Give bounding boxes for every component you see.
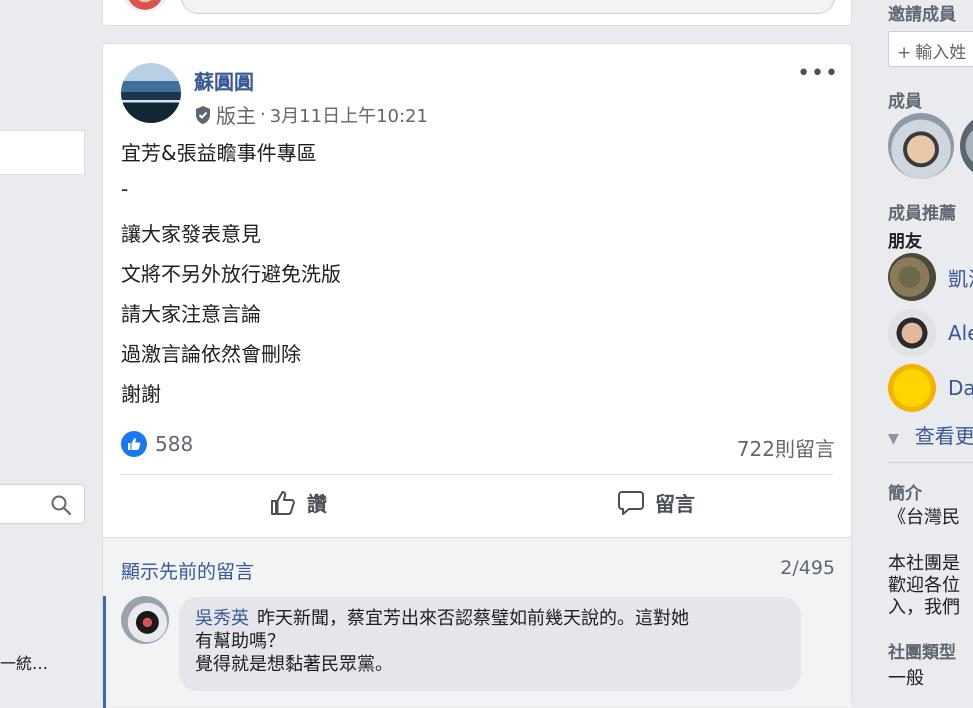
comment-count[interactable]: 722則留言 [737,433,835,462]
group-type-value: 一般 [888,668,924,689]
more-options-icon[interactable]: ••• [797,63,839,85]
group-type-heading: 社團類型 [888,643,956,663]
commenter-avatar[interactable] [121,596,169,644]
suggestions-heading: 成員推薦 [888,204,956,224]
friend-avatar[interactable] [888,364,936,412]
about-text: 《台灣民 [888,507,960,528]
see-more-label: 查看更 [914,424,973,448]
post-card: 蘇圓圓 版主 · 3月11日上午10:21 ••• 宜芳&張益瞻事件專區 - 讓… [102,43,852,708]
friend-avatar[interactable] [888,253,936,301]
divider [121,474,833,475]
like-count[interactable]: 588 [155,432,193,456]
like-badge-icon [121,431,147,457]
comment-button-label: 留言 [655,492,695,516]
like-button-label: 讚 [307,492,327,516]
invite-member-input[interactable]: + 輸入姓 [888,31,973,67]
left-search-input[interactable] [0,484,85,524]
left-column: 一統… [0,0,85,692]
comment-text: 昨天新聞，蔡宜芳出來否認蔡璧如前幾天說的。這對她 [257,608,689,629]
see-more-link[interactable]: ▼ 查看更 [888,420,973,449]
author-avatar[interactable] [121,63,181,123]
show-previous-comments-link[interactable]: 顯示先前的留言 [121,557,254,584]
author-name[interactable]: 蘇圓圓 [194,66,254,95]
comments-section: 顯示先前的留言 2/495 吳秀英 昨天新聞，蔡宜芳出來否認蔡璧如前幾天說的。這對… [103,537,851,708]
comment-button[interactable]: 留言 [617,488,695,517]
composer-strip [102,0,852,26]
friend-suggestion[interactable]: Ale [888,309,973,357]
about-heading: 簡介 [888,484,922,504]
friend-suggestion[interactable]: Da [888,364,973,412]
thumbs-up-icon [271,490,295,515]
shield-icon [196,105,210,124]
search-icon[interactable] [50,494,72,516]
comments-pager: 2/495 [780,557,835,579]
member-avatar[interactable] [960,113,973,179]
about-text: 歡迎各位 [888,575,960,596]
post-line-dash: - [121,177,129,201]
comment-text: 有幫助嗎？ [195,631,285,652]
friend-name[interactable]: 凱澄 [948,263,973,292]
friend-avatar[interactable] [888,309,936,357]
post-line: 謝謝 [121,382,161,406]
post-line: 請大家注意言論 [121,302,261,326]
right-sidebar: 邀請成員 +輸入姓 成員 成員推薦 朋友 凱澄 Ale Da ▼ 查看更 簡介 《… [888,0,973,692]
about-text: 入，我們 [888,597,960,618]
comment-text: 覺得就是想黏著民眾黨。 [195,654,393,675]
meta-separator: · [260,104,266,125]
reactions-summary[interactable]: 588 [121,431,193,457]
comment-bubble: 吳秀英 昨天新聞，蔡宜芳出來否認蔡璧如前幾天說的。這對她 有幫助嗎？ 覺得就是想黏… [179,597,801,691]
post-line: 文將不另外放行避免洗版 [121,262,341,286]
post-line: 讓大家發表意見 [121,222,261,246]
post-line-title: 宜芳&張益瞻事件專區 [121,141,317,165]
composer-input[interactable] [181,0,835,14]
left-truncated-text[interactable]: 一統… [0,650,48,674]
comment-icon [618,490,644,515]
invite-placeholder: 輸入姓 [915,43,967,63]
friend-name[interactable]: Da [948,376,973,400]
friends-heading: 朋友 [888,232,922,252]
post-meta: 版主 · 3月11日上午10:21 [194,100,428,129]
invite-heading: 邀請成員 [888,5,956,25]
member-avatar[interactable] [888,113,954,179]
about-text: 本社團是 [888,553,960,574]
role-badge: 版主 [216,104,256,128]
friend-suggestion[interactable]: 凱澄 [888,253,973,301]
post-line: 過激言論依然會刪除 [121,342,301,366]
divider [888,462,973,463]
like-button[interactable]: 讚 [269,488,327,517]
composer-avatar [123,0,167,12]
left-nav-box[interactable] [0,130,85,175]
commenter-name[interactable]: 吳秀英 [195,608,249,629]
comment-highlight-bar [103,596,106,708]
friend-name[interactable]: Ale [948,321,973,345]
plus-icon: + [897,43,912,63]
chevron-down-icon: ▼ [888,431,899,447]
members-heading: 成員 [888,92,922,112]
post-timestamp[interactable]: 3月11日上午10:21 [270,102,428,128]
